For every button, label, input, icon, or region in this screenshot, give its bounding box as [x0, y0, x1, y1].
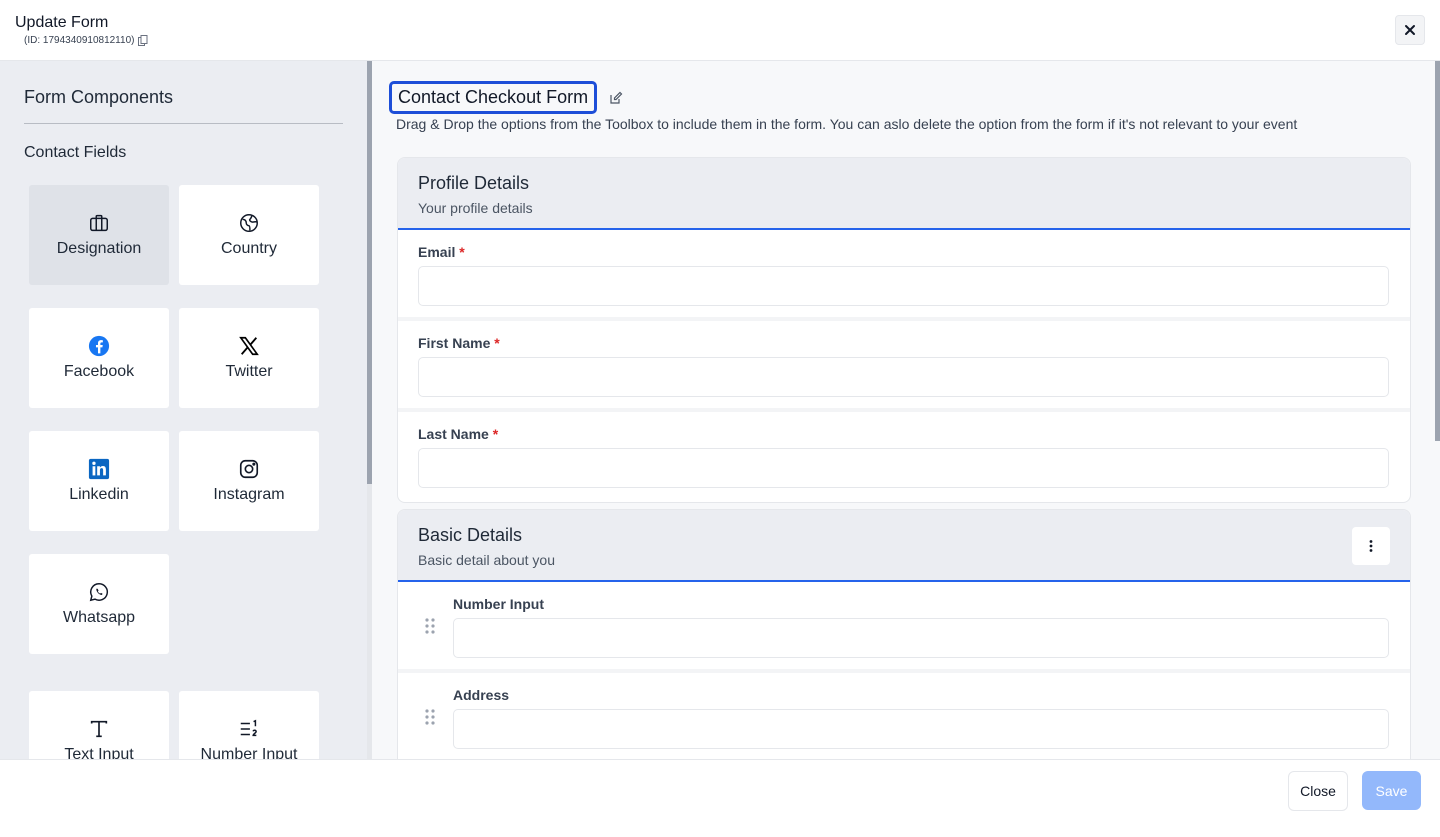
- text-icon: [90, 720, 108, 738]
- field-label: First Name *: [418, 335, 500, 351]
- instagram-icon: [239, 459, 259, 479]
- drag-handle-icon[interactable]: [424, 708, 436, 726]
- field-label-text: Last Name: [418, 426, 489, 442]
- field-label-text: Email: [418, 244, 456, 260]
- section-basic-details: Basic Details Basic detail about you Num…: [397, 509, 1411, 759]
- section-title: Basic Details: [418, 525, 523, 545]
- last-name-input[interactable]: [418, 448, 1389, 488]
- number-list-icon: [240, 719, 257, 737]
- x-twitter-icon: [239, 336, 259, 356]
- edit-icon[interactable]: [609, 91, 623, 105]
- field-address[interactable]: Address: [398, 673, 1410, 759]
- section-description: Your profile details: [418, 200, 533, 216]
- tile-label: Designation: [56, 240, 142, 257]
- form-instructions: Drag & Drop the options from the Toolbox…: [396, 116, 1298, 132]
- tile-label: Whatsapp: [62, 609, 136, 626]
- sidebar-title: Form Components: [24, 87, 174, 107]
- tile-label: Twitter: [225, 363, 273, 380]
- number-input-field[interactable]: [453, 618, 1389, 658]
- section-description: Basic detail about you: [418, 552, 555, 568]
- close-icon: [1405, 25, 1415, 35]
- main-scrollbar-thumb[interactable]: [1435, 61, 1440, 441]
- tile-label: Country: [220, 240, 278, 257]
- linkedin-icon: [88, 458, 110, 480]
- facebook-icon: [88, 335, 110, 357]
- contact-fields-label: Contact Fields: [24, 144, 127, 161]
- first-name-input[interactable]: [418, 357, 1389, 397]
- field-label: Address: [453, 687, 510, 703]
- section-title: Profile Details: [418, 173, 530, 193]
- field-email[interactable]: Email *: [398, 230, 1410, 321]
- form-id-text: (ID: 1794340910812110): [24, 35, 135, 46]
- tile-instagram[interactable]: Instagram: [179, 431, 319, 531]
- field-last-name[interactable]: Last Name *: [398, 412, 1410, 502]
- tile-text-input[interactable]: Text Input: [29, 691, 169, 759]
- tile-designation[interactable]: Designation: [29, 185, 169, 285]
- field-label-text: First Name: [418, 335, 491, 351]
- field-label: Email *: [418, 244, 465, 260]
- tile-label: Facebook: [63, 363, 135, 380]
- form-title-text: Contact Checkout Form: [398, 87, 589, 107]
- tile-label: Instagram: [213, 486, 285, 503]
- copy-icon[interactable]: [138, 35, 148, 46]
- form-builder-canvas: Contact Checkout Form Drag & Drop the op…: [372, 61, 1440, 759]
- section-header: Profile Details Your profile details: [398, 158, 1410, 230]
- required-marker: *: [494, 335, 500, 351]
- tile-label: Number Input: [200, 746, 298, 759]
- tile-linkedin[interactable]: Linkedin: [29, 431, 169, 531]
- close-modal-button[interactable]: [1395, 15, 1425, 45]
- address-input[interactable]: [453, 709, 1389, 749]
- form-title[interactable]: Contact Checkout Form: [389, 81, 598, 114]
- save-button[interactable]: Save: [1362, 771, 1421, 810]
- tile-number-input[interactable]: Number Input: [179, 691, 319, 759]
- modal-title: Update Form: [15, 14, 109, 31]
- sidebar-divider: [24, 123, 343, 124]
- field-number-input[interactable]: Number Input: [398, 582, 1410, 673]
- field-label: Last Name *: [418, 426, 498, 442]
- globe-icon: [240, 214, 258, 232]
- tile-whatsapp[interactable]: Whatsapp: [29, 554, 169, 654]
- required-marker: *: [492, 426, 499, 442]
- required-marker: *: [459, 244, 465, 260]
- section-profile-details: Profile Details Your profile details Ema…: [397, 157, 1411, 503]
- form-components-sidebar: Form Components Contact Fields Designati…: [0, 61, 367, 759]
- more-vertical-icon: [1369, 540, 1373, 552]
- tile-country[interactable]: Country: [179, 185, 319, 285]
- whatsapp-icon: [89, 583, 109, 602]
- modal-footer: Close Save: [0, 759, 1440, 837]
- form-id: (ID: 1794340910812110): [24, 35, 148, 46]
- email-input[interactable]: [418, 266, 1389, 306]
- close-button[interactable]: Close: [1288, 771, 1348, 811]
- tile-twitter[interactable]: Twitter: [179, 308, 319, 408]
- briefcase-icon: [90, 214, 108, 232]
- tile-label: Linkedin: [69, 486, 129, 503]
- modal-header: Update Form (ID: 1794340910812110): [0, 0, 1440, 61]
- section-menu-button[interactable]: [1352, 527, 1390, 565]
- field-label: Number Input: [453, 596, 544, 612]
- section-header: Basic Details Basic detail about you: [398, 510, 1410, 582]
- tile-facebook[interactable]: Facebook: [29, 308, 169, 408]
- drag-handle-icon[interactable]: [424, 617, 436, 635]
- tile-label: Text Input: [64, 746, 134, 759]
- field-first-name[interactable]: First Name *: [398, 321, 1410, 412]
